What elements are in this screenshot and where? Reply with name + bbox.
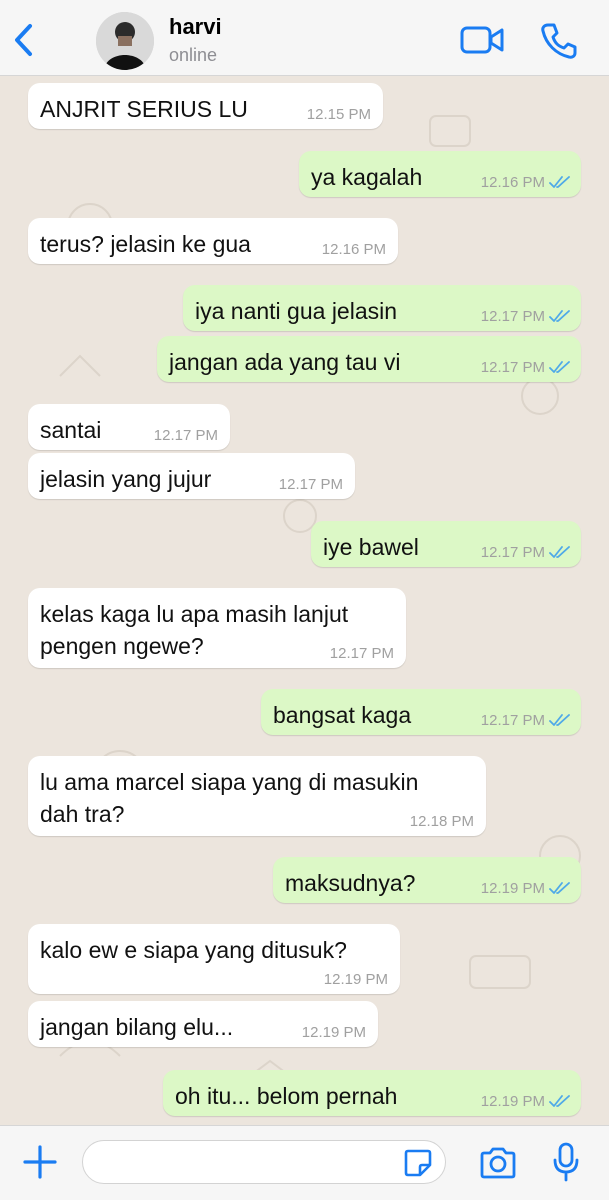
microphone-icon[interactable]	[552, 1142, 580, 1182]
message-time: 12.19 PM	[301, 1024, 366, 1041]
video-camera-icon[interactable]	[460, 24, 504, 56]
message-time: 12.18 PM	[409, 813, 474, 830]
message-time: 12.17 PM	[480, 359, 545, 376]
message-bubble[interactable]: kalo ew e siapa yang ditusuk? 12.19 PM	[28, 924, 400, 994]
sticker-icon[interactable]	[402, 1147, 434, 1179]
chat-header: harvi online	[0, 0, 609, 76]
message-bubble[interactable]: jelasin yang jujur 12.17 PM	[28, 453, 355, 499]
message-time: 12.17 PM	[480, 712, 545, 729]
message-bubble[interactable]: lu ama marcel siapa yang di masukin dah …	[28, 756, 486, 836]
message-time: 12.16 PM	[321, 241, 386, 258]
phone-icon[interactable]	[540, 22, 578, 60]
message-bubble[interactable]: bangsat kaga 12.17 PM	[261, 689, 581, 735]
message-text: terus? jelasin ke gua	[40, 231, 251, 257]
message-bubble[interactable]: kelas kaga lu apa masih lanjut pengen ng…	[28, 588, 406, 668]
double-check-icon	[549, 1095, 570, 1107]
message-time: 12.15 PM	[306, 106, 371, 123]
contact-status: online	[169, 45, 218, 65]
camera-icon[interactable]	[478, 1146, 518, 1180]
message-time: 12.17 PM	[153, 427, 218, 444]
contact-name[interactable]: harvi	[169, 14, 222, 40]
message-bubble[interactable]: jangan ada yang tau vi 12.17 PM	[157, 336, 581, 382]
message-time: 12.17 PM	[480, 544, 545, 561]
double-check-icon	[549, 882, 570, 894]
message-text: kalo ew e siapa yang ditusuk?	[40, 937, 347, 963]
double-check-icon	[549, 361, 570, 373]
message-text: santai	[40, 417, 102, 443]
message-input-bar	[0, 1125, 609, 1200]
message-bubble[interactable]: oh itu... belom pernah 12.19 PM	[163, 1070, 581, 1116]
message-time: 12.19 PM	[480, 1093, 545, 1110]
plus-icon[interactable]	[22, 1144, 58, 1180]
message-time: 12.17 PM	[278, 476, 343, 493]
message-bubble[interactable]: ya kagalah 12.16 PM	[299, 151, 581, 197]
double-check-icon	[549, 714, 570, 726]
message-text: ya kagalah	[311, 164, 423, 190]
message-text: jangan bilang elu...	[40, 1014, 234, 1040]
message-text: iya nanti gua jelasin	[195, 298, 398, 324]
message-bubble[interactable]: iye bawel 12.17 PM	[311, 521, 581, 567]
message-time: 12.19 PM	[323, 971, 388, 988]
message-input[interactable]	[82, 1140, 446, 1184]
message-bubble[interactable]: jangan bilang elu... 12.19 PM	[28, 1001, 378, 1047]
message-text: bangsat kaga	[273, 702, 412, 728]
double-check-icon	[549, 546, 570, 558]
message-text: iye bawel	[323, 534, 419, 560]
message-text: oh itu... belom pernah	[175, 1083, 398, 1109]
message-text: jangan ada yang tau vi	[169, 349, 401, 375]
message-bubble[interactable]: terus? jelasin ke gua 12.16 PM	[28, 218, 398, 264]
message-text: kelas kaga lu apa masih lanjut pengen ng…	[40, 601, 349, 659]
double-check-icon	[549, 176, 570, 188]
message-time: 12.16 PM	[480, 174, 545, 191]
message-text: ANJRIT SERIUS LU	[40, 96, 248, 122]
message-time: 12.19 PM	[480, 880, 545, 897]
chat-area[interactable]: ANJRIT SERIUS LU 12.15 PM ya kagalah 12.…	[0, 76, 609, 1125]
message-text: jelasin yang jujur	[40, 466, 212, 492]
message-time: 12.17 PM	[329, 645, 394, 662]
message-bubble[interactable]: maksudnya? 12.19 PM	[273, 857, 581, 903]
message-time: 12.17 PM	[480, 308, 545, 325]
avatar[interactable]	[96, 12, 154, 70]
message-text: lu ama marcel siapa yang di masukin dah …	[40, 769, 419, 827]
chevron-left-icon[interactable]	[10, 22, 40, 58]
message-text: maksudnya?	[285, 870, 416, 896]
message-bubble[interactable]: ANJRIT SERIUS LU 12.15 PM	[28, 83, 383, 129]
message-bubble[interactable]: iya nanti gua jelasin 12.17 PM	[183, 285, 581, 331]
message-bubble[interactable]: santai 12.17 PM	[28, 404, 230, 450]
double-check-icon	[549, 310, 570, 322]
